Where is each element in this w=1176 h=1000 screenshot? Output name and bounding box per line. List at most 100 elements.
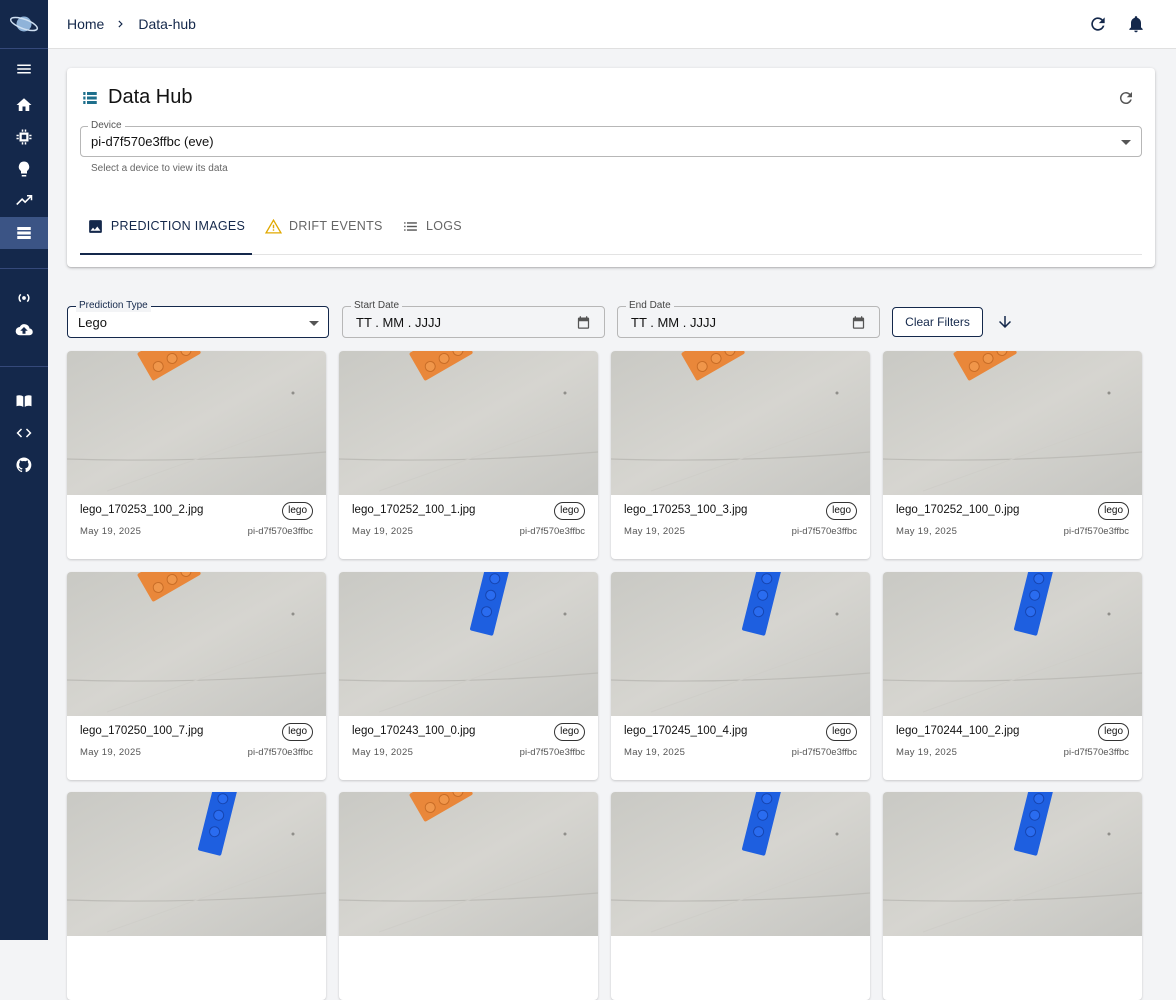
prediction-image[interactable] [339, 351, 598, 495]
image-card[interactable]: lego_170250_100_7.jpg lego May 19, 2025 pi-… [67, 572, 326, 780]
image-device-id: pi-d7f570e3ffbc [247, 526, 313, 537]
prediction-tag-badge: lego [554, 502, 585, 520]
prediction-tag-badge: lego [826, 723, 857, 741]
image-filename: lego_170245_100_4.jpg [624, 725, 748, 737]
notifications-icon[interactable] [1126, 14, 1146, 34]
image-card[interactable]: lego_170245_100_4.jpg lego May 19, 2025 pi-… [611, 572, 870, 780]
prediction-image[interactable] [883, 572, 1142, 716]
image-device-id: pi-d7f570e3ffbc [519, 526, 585, 537]
image-card[interactable]: lego_170253_100_2.jpg lego May 19, 2025 pi-… [67, 351, 326, 559]
page-title-text: Data Hub [108, 86, 193, 108]
nav-data-hub[interactable] [0, 217, 48, 249]
arrow-down-icon[interactable] [996, 313, 1014, 331]
calendar-icon[interactable] [851, 315, 866, 330]
prediction-tag-badge: lego [282, 723, 313, 741]
start-date-field[interactable]: Start Date TT . MM . JJJJ [342, 300, 605, 338]
image-date: May 19, 2025 [896, 747, 958, 758]
prediction-tag-badge: lego [554, 723, 585, 741]
chip-icon [16, 129, 32, 145]
prediction-image[interactable] [339, 792, 598, 936]
warning-icon [265, 218, 282, 234]
calendar-icon[interactable] [576, 315, 591, 330]
prediction-image[interactable] [611, 572, 870, 716]
device-select-value: pi-d7f570e3ffbc (eve) [91, 134, 214, 149]
storage-icon [17, 227, 31, 239]
end-date-input[interactable]: TT . MM . JJJJ [631, 315, 716, 330]
image-date: May 19, 2025 [624, 526, 686, 537]
tab-logs[interactable]: LOGS [402, 198, 462, 254]
end-date-field[interactable]: End Date TT . MM . JJJJ [617, 300, 880, 338]
dropdown-arrow-icon [309, 321, 319, 326]
image-device-id: pi-d7f570e3ffbc [1063, 747, 1129, 758]
broadcast-icon [18, 293, 30, 303]
end-date-label: End Date [626, 300, 674, 312]
prediction-tag-badge: lego [826, 502, 857, 520]
image-filename: lego_170252_100_0.jpg [896, 504, 1020, 516]
data-hub-panel: Data Hub Device pi-d7f570e3ffbc (eve) Se… [67, 68, 1155, 267]
image-card[interactable]: lego_170244_100_2.jpg lego May 19, 2025 pi-… [883, 572, 1142, 780]
menu-icon [17, 64, 31, 74]
code-icon [16, 428, 32, 438]
start-date-label: Start Date [351, 300, 403, 312]
tab-drift-events[interactable]: DRIFT EVENTS [265, 198, 383, 254]
prediction-image[interactable] [339, 572, 598, 716]
image-card[interactable]: lego_170243_100_0.jpg lego May 19, 2025 pi-… [339, 572, 598, 780]
nav-upload[interactable] [0, 314, 48, 346]
image-card[interactable]: lego_170252_100_1.jpg lego May 19, 2025 pi-… [339, 351, 598, 559]
active-tab-indicator [80, 253, 252, 255]
image-device-id: pi-d7f570e3ffbc [791, 526, 857, 537]
prediction-image[interactable] [611, 792, 870, 936]
image-device-id: pi-d7f570e3ffbc [1063, 526, 1129, 537]
trending-up-icon [16, 195, 33, 206]
image-card[interactable] [67, 792, 326, 1000]
prediction-image[interactable] [67, 572, 326, 716]
nav-deployment[interactable] [0, 282, 48, 314]
menu-toggle-button[interactable] [0, 53, 48, 85]
nav-monitoring[interactable] [0, 185, 48, 217]
nav-models[interactable] [0, 153, 48, 185]
device-select-label: Device [88, 120, 125, 132]
home-icon [16, 98, 32, 111]
nav-github[interactable] [0, 449, 48, 481]
sidebar [0, 0, 48, 940]
cloud-upload-icon [15, 324, 33, 336]
breadcrumb-home[interactable]: Home [67, 16, 104, 32]
prediction-type-select[interactable]: Prediction Type Lego [67, 300, 329, 338]
image-date: May 19, 2025 [352, 747, 414, 758]
image-date: May 19, 2025 [352, 526, 414, 537]
prediction-image[interactable] [883, 792, 1142, 936]
tab-prediction-images[interactable]: PREDICTION IMAGES [80, 198, 252, 255]
clear-filters-button[interactable]: Clear Filters [892, 307, 983, 337]
breadcrumb: Home Data-hub [67, 16, 196, 32]
image-card[interactable]: lego_170253_100_3.jpg lego May 19, 2025 pi-… [611, 351, 870, 559]
nav-home[interactable] [0, 89, 48, 121]
tab-label: DRIFT EVENTS [289, 219, 383, 233]
image-card[interactable]: lego_170252_100_0.jpg lego May 19, 2025 pi-… [883, 351, 1142, 559]
nav-docs[interactable] [0, 385, 48, 417]
breadcrumb-current: Data-hub [138, 16, 196, 32]
image-device-id: pi-d7f570e3ffbc [791, 747, 857, 758]
prediction-image[interactable] [67, 351, 326, 495]
image-card[interactable] [611, 792, 870, 1000]
image-filename: lego_170253_100_3.jpg [624, 504, 748, 516]
nav-devices[interactable] [0, 121, 48, 153]
image-filename: lego_170252_100_1.jpg [352, 504, 476, 516]
refresh-icon[interactable] [1117, 89, 1135, 107]
refresh-icon[interactable] [1088, 14, 1108, 34]
start-date-input[interactable]: TT . MM . JJJJ [356, 315, 441, 330]
nav-api[interactable] [0, 417, 48, 449]
github-icon [16, 457, 32, 473]
planet-logo-icon [9, 16, 39, 32]
device-select[interactable]: Device pi-d7f570e3ffbc (eve) [80, 120, 1142, 157]
image-card[interactable] [883, 792, 1142, 1000]
image-card[interactable] [339, 792, 598, 1000]
top-bar: Home Data-hub [48, 0, 1176, 49]
prediction-image[interactable] [883, 351, 1142, 495]
list-icon [404, 221, 417, 231]
image-filename: lego_170243_100_0.jpg [352, 725, 476, 737]
app-logo[interactable] [0, 0, 48, 48]
prediction-image[interactable] [67, 792, 326, 936]
prediction-image[interactable] [611, 351, 870, 495]
chevron-right-icon [118, 20, 124, 28]
prediction-tag-badge: lego [1098, 502, 1129, 520]
